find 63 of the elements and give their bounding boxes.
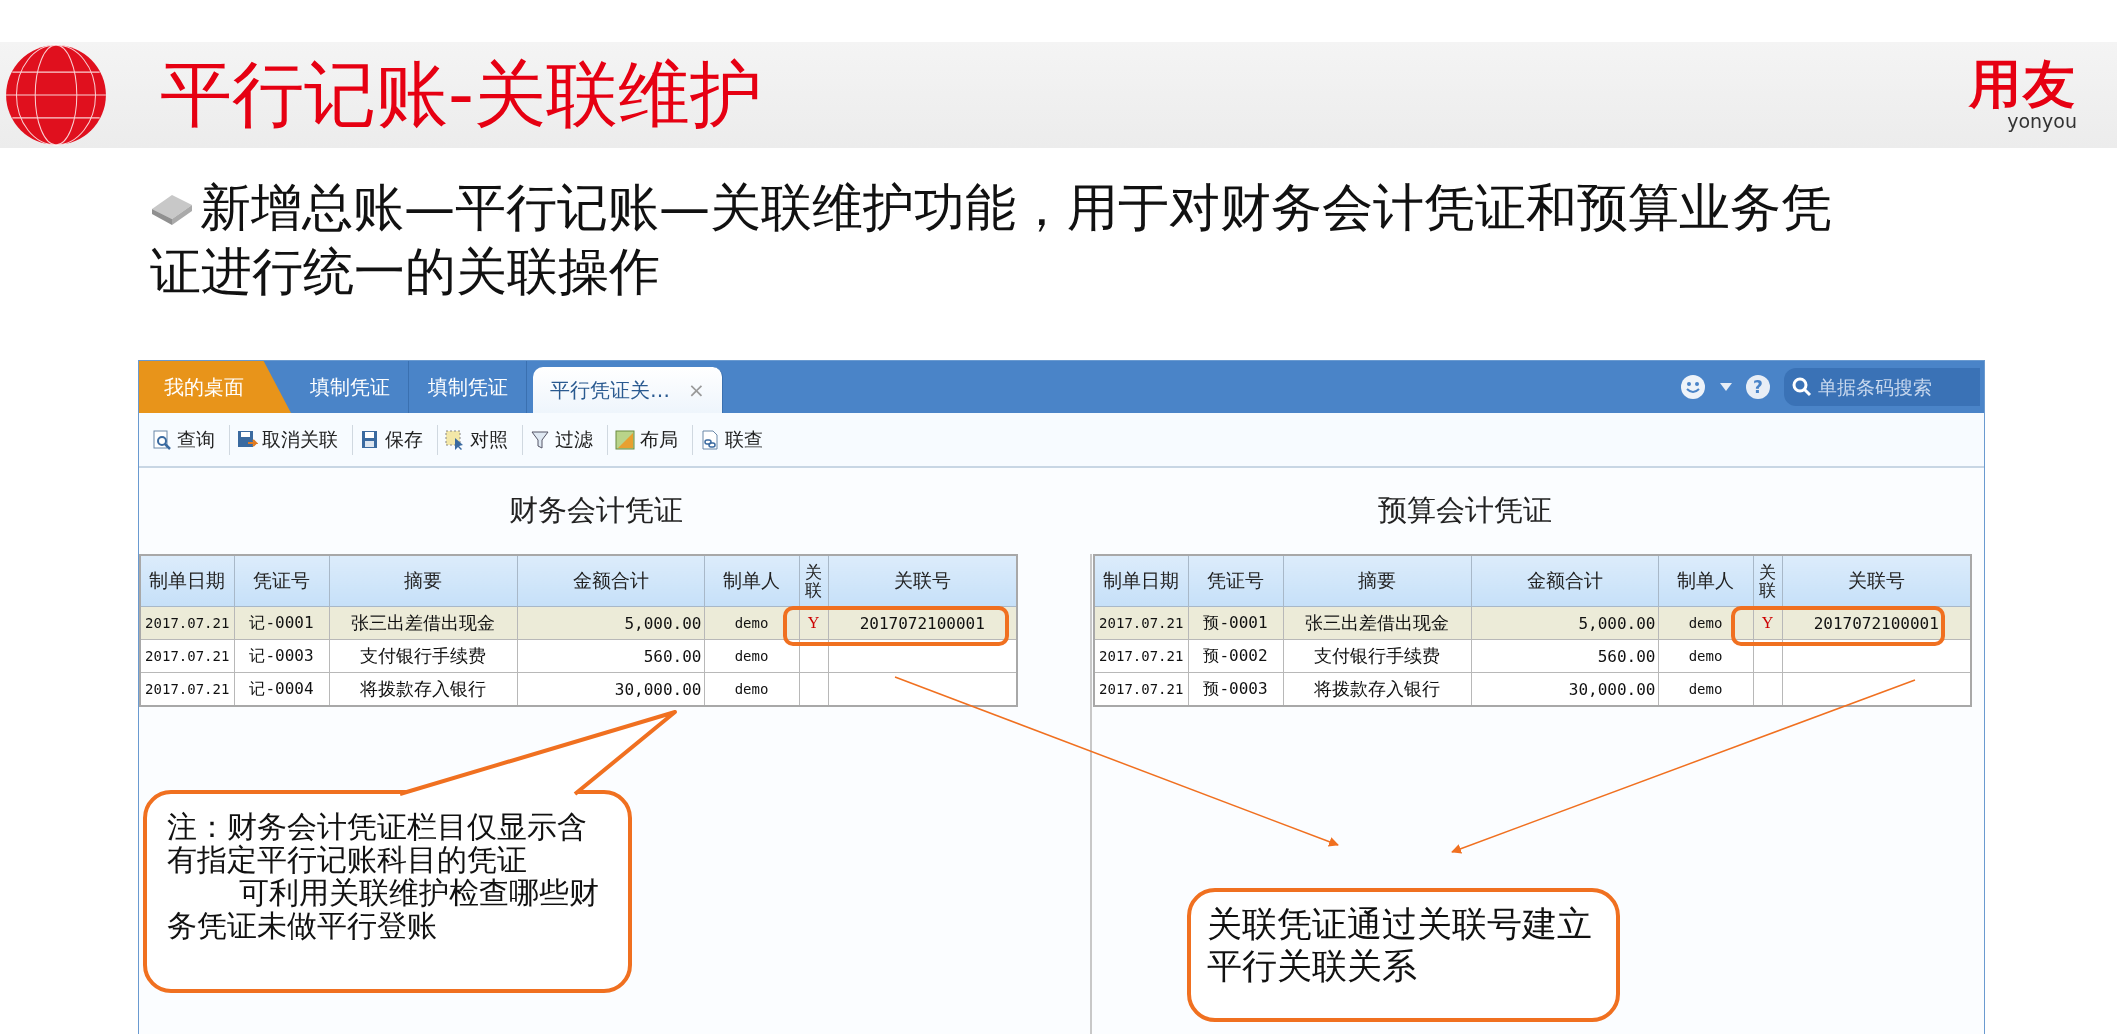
- column-header: 制单日期: [1094, 555, 1188, 607]
- caret-icon[interactable]: [1720, 383, 1732, 391]
- table-row[interactable]: 2017.07.21 记-0001 张三出差借出现金 5,000.00 demo Y 2017072100001: [140, 606, 1017, 640]
- table-row[interactable]: 2017.07.21 记-0004 将拨款存入银行 30,000.00 demo: [140, 672, 1017, 706]
- brand-logo-subtext: yonyou: [2007, 110, 2077, 132]
- column-header: 摘要: [329, 555, 517, 607]
- table-cell: 预-0002: [1188, 639, 1283, 673]
- column-header: 关联号: [1782, 555, 1971, 607]
- table-row[interactable]: 2017.07.21 预-0002 支付银行手续费 560.00 demo: [1094, 639, 1971, 673]
- search-icon: [1792, 377, 1812, 397]
- column-header: 关联: [799, 555, 828, 607]
- toolbar-button[interactable]: 保存: [353, 424, 438, 455]
- toolbar-button[interactable]: 布局: [608, 424, 693, 455]
- search-field[interactable]: 单据条码搜索: [1784, 368, 1980, 406]
- callout-text: 关联凭证通过关联号建立平行关联关系: [1207, 904, 1593, 988]
- table-cell: 2017.07.21: [140, 639, 234, 673]
- table-row[interactable]: 2017.07.21 记-0003 支付银行手续费 560.00 demo: [140, 639, 1017, 673]
- column-header: 制单人: [704, 555, 799, 607]
- table-cell: demo: [1658, 639, 1753, 673]
- section-title: 财务会计凭证: [509, 492, 683, 529]
- table-cell: 560.00: [517, 639, 704, 673]
- section-title: 预算会计凭证: [1378, 492, 1552, 529]
- table-cell: demo: [704, 639, 799, 673]
- funnel-icon: [529, 428, 551, 451]
- table-cell: 支付银行手续费: [329, 639, 517, 673]
- column-header: 金额合计: [1471, 555, 1658, 607]
- column-header: 凭证号: [234, 555, 329, 607]
- table-cell: 5,000.00: [1471, 606, 1658, 640]
- table-cell: 支付银行手续费: [1283, 639, 1471, 673]
- document-magnifier-icon: [151, 428, 173, 451]
- toolbar-button[interactable]: 联查: [693, 424, 777, 455]
- table-row[interactable]: 2017.07.21 预-0001 张三出差借出现金 5,000.00 demo Y 2017072100001: [1094, 606, 1971, 640]
- table-cell: 2017.07.21: [1094, 606, 1188, 640]
- callout-text: 注：财务会计凭证栏目仅显示含有指定平行记账科目的凭证: [167, 810, 588, 876]
- tab[interactable]: 平行凭证关… ×: [533, 367, 723, 413]
- column-header: 制单人: [1658, 555, 1753, 607]
- column-header: 金额合计: [517, 555, 704, 607]
- column-header: 凭证号: [1188, 555, 1283, 607]
- toolbar-button[interactable]: 取消关联: [230, 424, 353, 455]
- globe-logo-icon: [4, 43, 108, 147]
- table-row[interactable]: 2017.07.21 预-0003 将拨款存入银行 30,000.00 demo: [1094, 672, 1971, 706]
- table-cell: 张三出差借出现金: [1283, 606, 1471, 640]
- table-cell: 张三出差借出现金: [329, 606, 517, 640]
- table-cell: 5,000.00: [517, 606, 704, 640]
- column-header: 制单日期: [140, 555, 234, 607]
- brand-logo-text: 用友: [1969, 58, 2077, 110]
- table-cell: 560.00: [1471, 639, 1658, 673]
- slide-title: 平行记账-关联维护: [160, 51, 762, 138]
- smiley-icon[interactable]: [1680, 374, 1706, 400]
- table-cell: 记-0003: [234, 639, 329, 673]
- toolbar-button[interactable]: 过滤: [523, 424, 608, 455]
- toolbar-button[interactable]: 对照: [438, 424, 523, 455]
- toolbar-button[interactable]: 查询: [145, 424, 230, 455]
- column-header: 关联: [1753, 555, 1782, 607]
- table-cell: 记-0001: [234, 606, 329, 640]
- column-header: 摘要: [1283, 555, 1471, 607]
- column-header: 关联号: [828, 555, 1017, 607]
- callout-text: 可利用关联维护检查哪些财务凭证未做平行登账: [167, 876, 600, 942]
- table-cell: 2017.07.21: [140, 606, 234, 640]
- table-cell: 2017.07.21: [1094, 639, 1188, 673]
- document-chain-icon: [699, 428, 721, 451]
- bullet-text: 新增总账—平行记账—关联维护功能，用于对财务会计凭证和预算业务凭证进行统一的关联操作: [150, 177, 1833, 303]
- table-cell: 预-0001: [1188, 606, 1283, 640]
